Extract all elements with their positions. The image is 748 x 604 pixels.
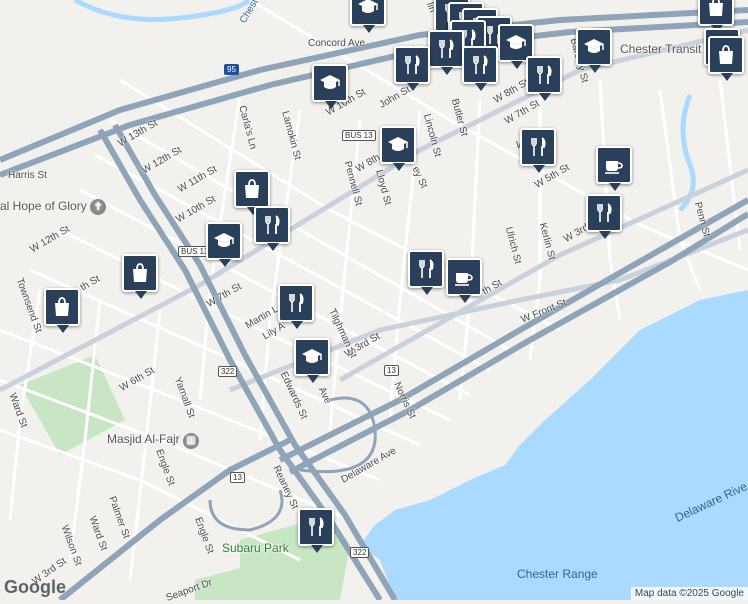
- route-shield-13a: 13: [384, 365, 399, 376]
- church-icon: ✝: [90, 199, 107, 215]
- map-marker-restaurant[interactable]: [526, 56, 562, 101]
- map-marker-cafe[interactable]: [596, 146, 632, 191]
- poi-masjid[interactable]: Masjid Al-Fajr ▥: [107, 432, 200, 449]
- map-marker-school[interactable]: [380, 126, 416, 171]
- map-marker-school[interactable]: [294, 338, 330, 383]
- map-marker-cafe[interactable]: [446, 258, 482, 303]
- google-logo: Google: [4, 577, 66, 597]
- street-label-harris: Harris St: [8, 170, 47, 181]
- map-marker-shopping[interactable]: [708, 36, 744, 81]
- label-chester-range: Chester Range: [517, 567, 598, 581]
- map-marker-restaurant[interactable]: [278, 284, 314, 329]
- route-shield-bus13a: BUS 13: [342, 130, 376, 141]
- map-marker-school[interactable]: [576, 28, 612, 73]
- poi-hope-of-glory[interactable]: al Hope of Glory ✝: [0, 199, 107, 215]
- map-marker-restaurant[interactable]: [586, 194, 622, 239]
- map-marker-restaurant[interactable]: [394, 46, 430, 91]
- map-marker-school[interactable]: [312, 64, 348, 109]
- map-marker-shopping[interactable]: [44, 288, 80, 333]
- map-marker-restaurant[interactable]: [254, 206, 290, 251]
- route-shield-13b: 13: [230, 472, 245, 483]
- route-shield-322a: 322: [218, 366, 238, 377]
- map-marker-school[interactable]: [206, 222, 242, 267]
- map-marker-shopping[interactable]: [698, 0, 734, 33]
- map-marker-shopping[interactable]: [234, 170, 270, 215]
- route-shield-i95: 95: [224, 64, 239, 75]
- poi-subaru-park[interactable]: Subaru Park: [222, 541, 289, 555]
- map-marker-restaurant[interactable]: [428, 30, 464, 75]
- map-marker-restaurant[interactable]: [298, 508, 334, 553]
- map-marker-restaurant[interactable]: [462, 46, 498, 91]
- map-marker-restaurant[interactable]: [408, 250, 444, 295]
- mosque-icon: ▥: [183, 433, 200, 449]
- street-label-concord: Concord Ave: [308, 38, 366, 49]
- map-marker-shopping[interactable]: [122, 254, 158, 299]
- map-marker-restaurant[interactable]: [520, 128, 556, 173]
- map-marker-school[interactable]: [350, 0, 386, 33]
- route-shield-322b: 322: [350, 547, 370, 558]
- map-copyright[interactable]: Map data ©2025 Google: [630, 587, 748, 600]
